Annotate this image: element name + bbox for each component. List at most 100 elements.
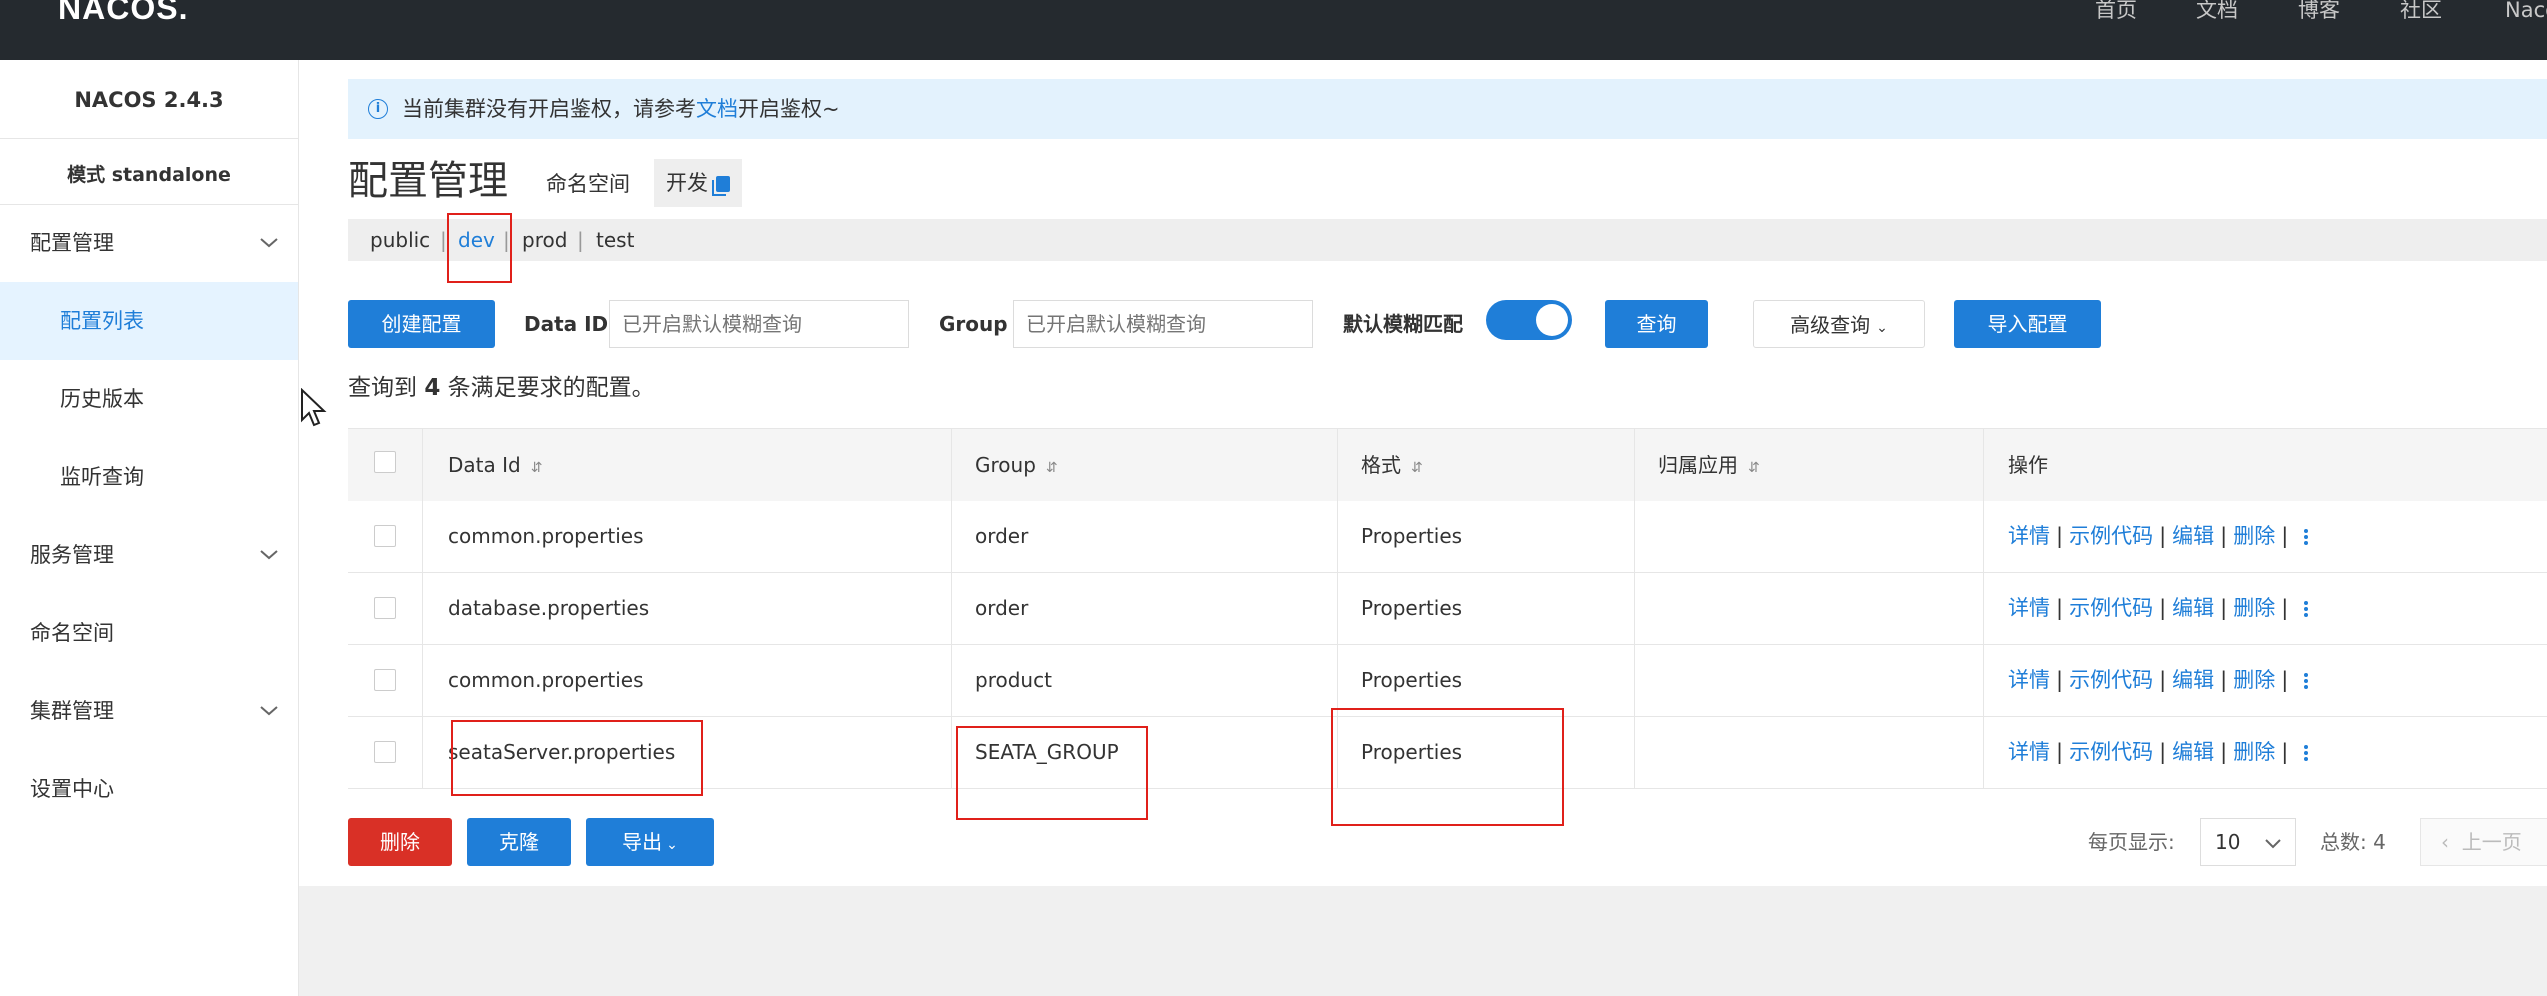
chevron-left-icon: ‹ <box>2441 830 2449 854</box>
namespace-tabs: public | dev | prod | test <box>348 219 2547 261</box>
more-icon[interactable] <box>2304 599 2309 619</box>
fuzzy-match-label: 默认模糊匹配 <box>1343 312 1463 336</box>
column-header-app[interactable]: 归属应用 ⇵ <box>1658 429 1760 501</box>
sidebar-item-namespace[interactable]: 命名空间 <box>0 594 298 672</box>
batch-delete-button[interactable]: 删除 <box>348 818 452 866</box>
divider <box>1983 429 1984 789</box>
more-icon[interactable] <box>2304 743 2309 763</box>
clone-button[interactable]: 克隆 <box>467 818 571 866</box>
column-header-dataid[interactable]: Data Id ⇵ <box>448 429 542 501</box>
row-checkbox[interactable] <box>374 741 396 763</box>
sort-icon[interactable]: ⇵ <box>1411 460 1423 476</box>
page-size-select[interactable]: 10 <box>2200 818 2296 866</box>
sort-icon[interactable]: ⇵ <box>1748 460 1760 476</box>
highlight-box <box>956 726 1148 820</box>
top-navbar: NACOS. 首页 文档 博客 社区 Naco <box>0 0 2547 60</box>
highlight-box <box>451 720 703 796</box>
total-label: 总数: 4 <box>2320 830 2386 854</box>
export-button[interactable]: 导出 ⌄ <box>586 818 714 866</box>
chevron-down-icon: ⌄ <box>1876 320 1888 336</box>
delete-link[interactable]: 删除 <box>2233 596 2275 620</box>
fuzzy-match-toggle[interactable] <box>1486 300 1572 340</box>
sidebar-item-history[interactable]: 历史版本 <box>0 360 298 438</box>
delete-link[interactable]: 删除 <box>2233 740 2275 764</box>
delete-link[interactable]: 删除 <box>2233 524 2275 548</box>
total-count: 4 <box>2373 830 2386 854</box>
select-all-checkbox[interactable] <box>374 451 396 473</box>
sidebar-item-config-list[interactable]: 配置列表 <box>0 282 298 360</box>
table-header: Data Id ⇵ Group ⇵ 格式 ⇵ 归属应用 ⇵ 操作 <box>348 429 2547 502</box>
cell-group: product <box>975 668 1052 692</box>
prev-page-button[interactable]: ‹ 上一页 <box>2420 818 2547 866</box>
table-row: database.properties order Properties 详情 |… <box>348 573 2547 645</box>
group-input[interactable] <box>1013 300 1313 348</box>
nacos-logo[interactable]: NACOS. <box>58 0 188 27</box>
edit-link[interactable]: 编辑 <box>2172 596 2214 620</box>
result-summary: 查询到 4 条满足要求的配置。 <box>348 375 655 401</box>
nav-nacos[interactable]: Naco <box>2505 0 2547 24</box>
detail-link[interactable]: 详情 <box>2008 596 2050 620</box>
more-icon[interactable] <box>2304 671 2309 691</box>
nav-home[interactable]: 首页 <box>2095 0 2137 24</box>
page-size-label: 每页显示: <box>2088 830 2175 854</box>
sort-icon[interactable]: ⇵ <box>1046 460 1058 476</box>
sidebar-item-label: 监听查询 <box>60 465 144 489</box>
column-header-format[interactable]: 格式 ⇵ <box>1361 429 1423 501</box>
sample-code-link[interactable]: 示例代码 <box>2069 596 2153 620</box>
advanced-query-button[interactable]: 高级查询 ⌄ <box>1753 300 1925 348</box>
version-title: NACOS 2.4.3 <box>74 88 224 112</box>
row-checkbox[interactable] <box>374 525 396 547</box>
cell-format: Properties <box>1361 668 1463 692</box>
row-actions: 详情 | 示例代码 | 编辑 | 删除 | <box>2008 501 2309 572</box>
create-config-button[interactable]: 创建配置 <box>348 300 495 348</box>
sidebar: NACOS 2.4.3 模式 standalone 配置管理 配置列表 历史版本… <box>0 60 299 996</box>
namespace-chip[interactable]: 开发 <box>654 159 742 207</box>
chevron-down-icon <box>256 672 282 750</box>
row-actions: 详情 | 示例代码 | 编辑 | 删除 | <box>2008 717 2309 788</box>
highlight-box <box>1331 708 1564 826</box>
sidebar-item-label: 设置中心 <box>30 777 114 801</box>
page-title: 配置管理 <box>348 158 508 204</box>
row-checkbox[interactable] <box>374 597 396 619</box>
query-button[interactable]: 查询 <box>1605 300 1708 348</box>
sort-icon[interactable]: ⇵ <box>531 460 543 476</box>
nav-docs[interactable]: 文档 <box>2196 0 2238 24</box>
sidebar-item-listener-query[interactable]: 监听查询 <box>0 438 298 516</box>
edit-link[interactable]: 编辑 <box>2172 668 2214 692</box>
sample-code-link[interactable]: 示例代码 <box>2069 524 2153 548</box>
sidebar-item-settings[interactable]: 设置中心 <box>0 750 298 828</box>
cell-group: order <box>975 596 1029 620</box>
sidebar-item-config-management[interactable]: 配置管理 <box>0 204 298 282</box>
docs-link[interactable]: 文档 <box>696 97 738 121</box>
sidebar-item-label: 命名空间 <box>30 621 114 645</box>
tab-test[interactable]: test <box>596 219 634 261</box>
divider <box>0 138 298 139</box>
edit-link[interactable]: 编辑 <box>2172 740 2214 764</box>
import-config-button[interactable]: 导入配置 <box>1954 300 2101 348</box>
detail-link[interactable]: 详情 <box>2008 740 2050 764</box>
copy-icon[interactable] <box>712 176 730 196</box>
detail-link[interactable]: 详情 <box>2008 668 2050 692</box>
column-header-group[interactable]: Group ⇵ <box>975 429 1058 501</box>
sidebar-item-service-management[interactable]: 服务管理 <box>0 516 298 594</box>
tab-public[interactable]: public <box>370 219 430 261</box>
info-icon: i <box>368 99 388 119</box>
row-checkbox[interactable] <box>374 669 396 691</box>
more-icon[interactable] <box>2304 527 2309 547</box>
delete-link[interactable]: 删除 <box>2233 668 2275 692</box>
nav-blog[interactable]: 博客 <box>2298 0 2340 24</box>
sample-code-link[interactable]: 示例代码 <box>2069 740 2153 764</box>
divider <box>1634 429 1635 789</box>
sidebar-item-label: 服务管理 <box>30 543 114 567</box>
nav-community[interactable]: 社区 <box>2400 0 2442 24</box>
result-count: 4 <box>424 375 441 401</box>
mode-label: 模式 standalone <box>67 164 231 186</box>
sidebar-item-cluster-management[interactable]: 集群管理 <box>0 672 298 750</box>
sidebar-item-label: 配置管理 <box>30 231 114 255</box>
detail-link[interactable]: 详情 <box>2008 524 2050 548</box>
edit-link[interactable]: 编辑 <box>2172 524 2214 548</box>
row-actions: 详情 | 示例代码 | 编辑 | 删除 | <box>2008 573 2309 644</box>
sample-code-link[interactable]: 示例代码 <box>2069 668 2153 692</box>
dataid-input[interactable] <box>609 300 909 348</box>
tab-prod[interactable]: prod <box>522 219 567 261</box>
